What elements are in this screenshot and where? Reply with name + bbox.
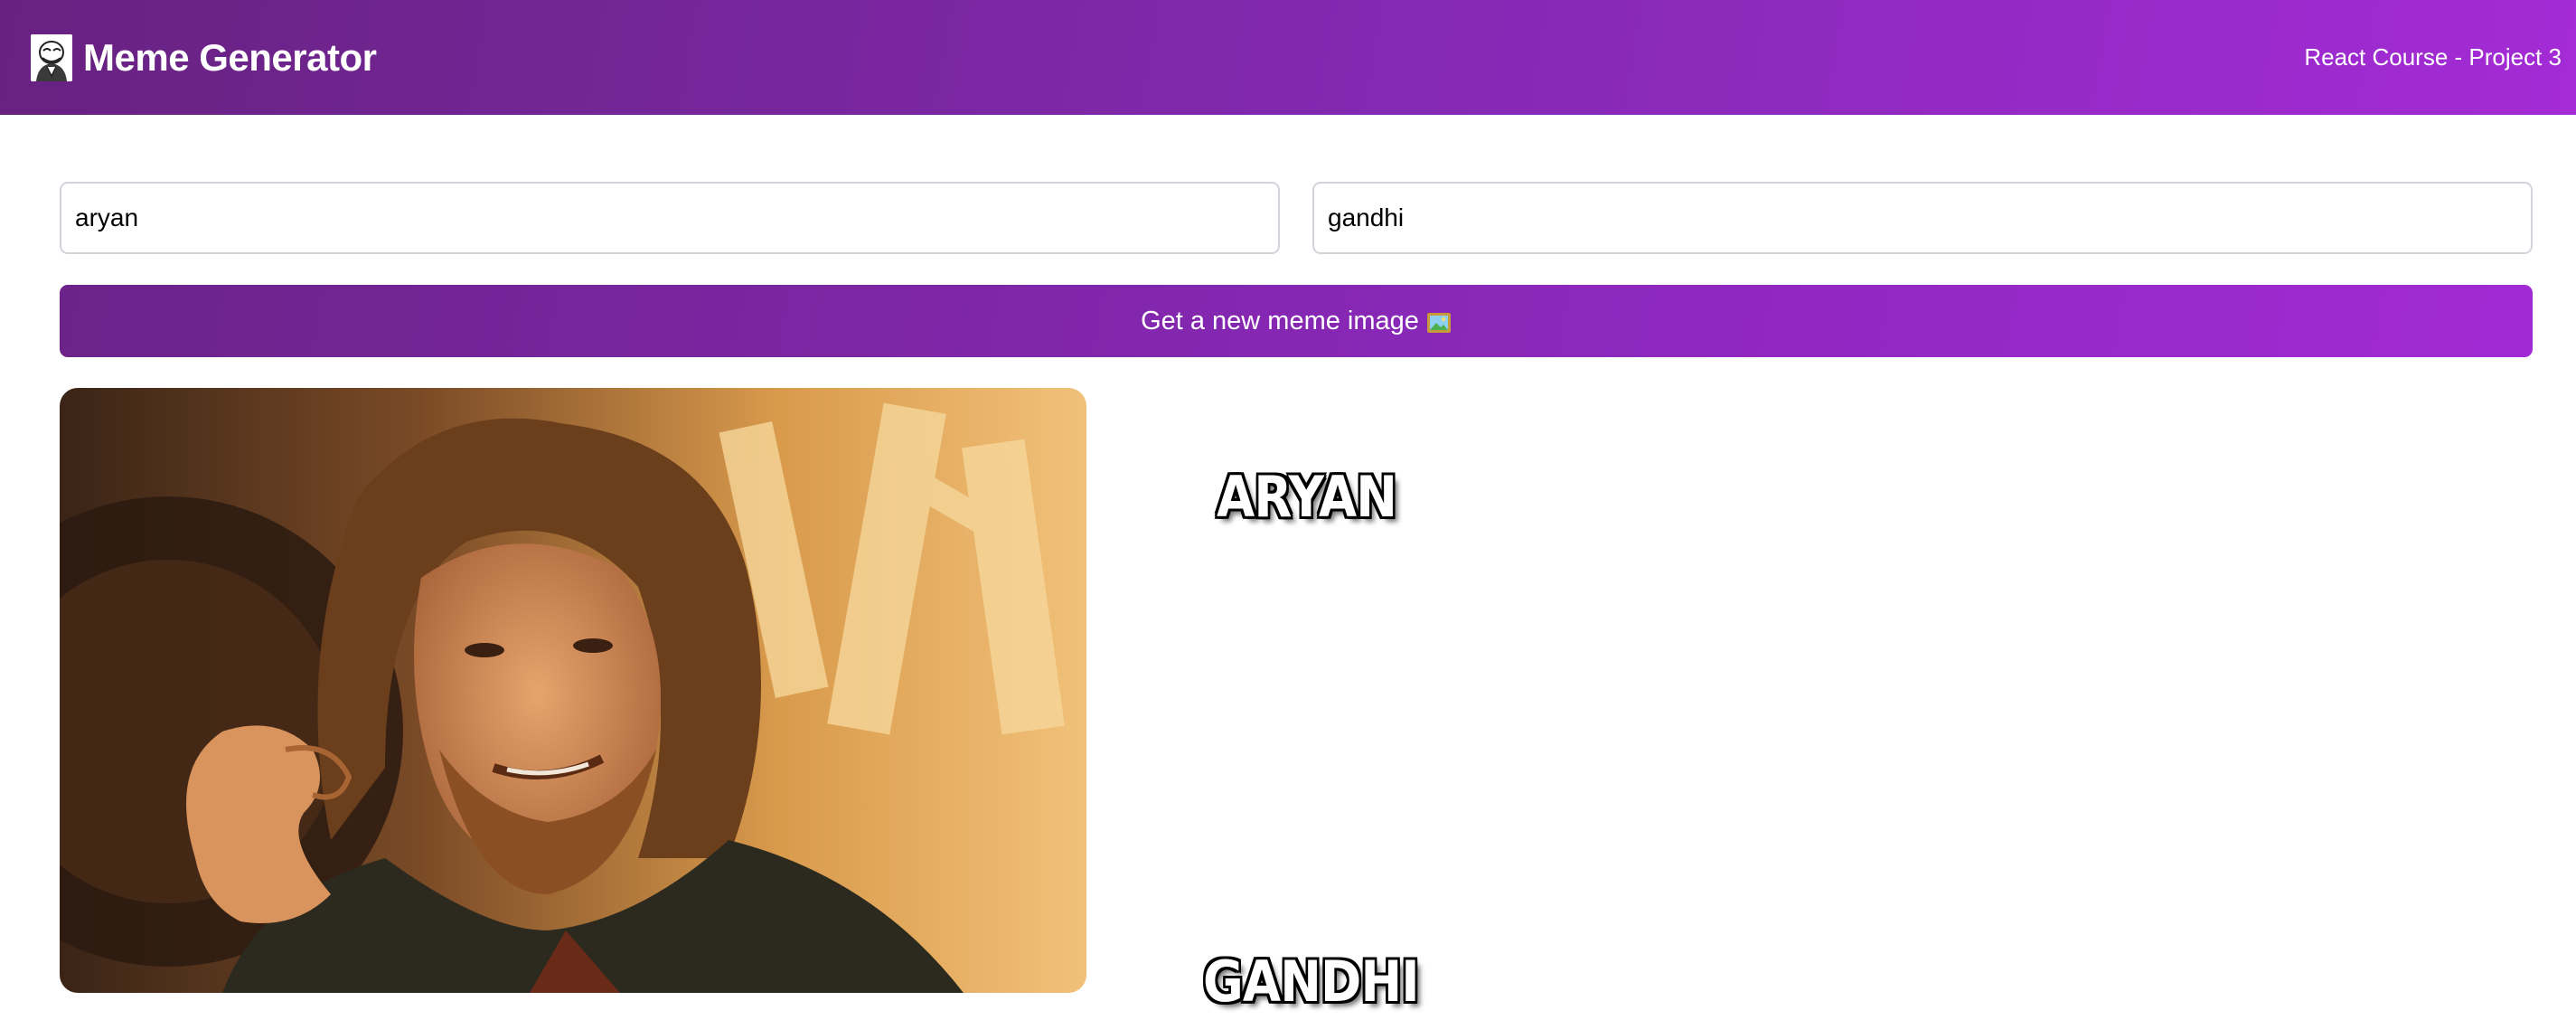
- meme-top-text: ARYAN: [1217, 464, 1397, 531]
- get-new-meme-image-button[interactable]: Get a new meme image: [60, 285, 2533, 357]
- project-label: React Course - Project 3: [2304, 43, 2562, 71]
- inputs-row: [60, 182, 2533, 254]
- framed-picture-icon: [1426, 311, 1452, 333]
- bottom-text-input[interactable]: [1312, 182, 2533, 254]
- app-title: Meme Generator: [83, 35, 377, 79]
- button-label: Get a new meme image: [1141, 306, 1419, 335]
- brand: Meme Generator: [31, 33, 377, 81]
- app-header: Meme Generator React Course - Project 3: [0, 0, 2576, 115]
- meme-form: Get a new meme image: [60, 182, 2533, 357]
- top-text-input[interactable]: [60, 182, 1280, 254]
- troll-face-icon: [31, 33, 72, 81]
- meme-bottom-text: GANDHI: [1203, 949, 1420, 1015]
- one-does-not-simply-meme-image: [60, 388, 1086, 993]
